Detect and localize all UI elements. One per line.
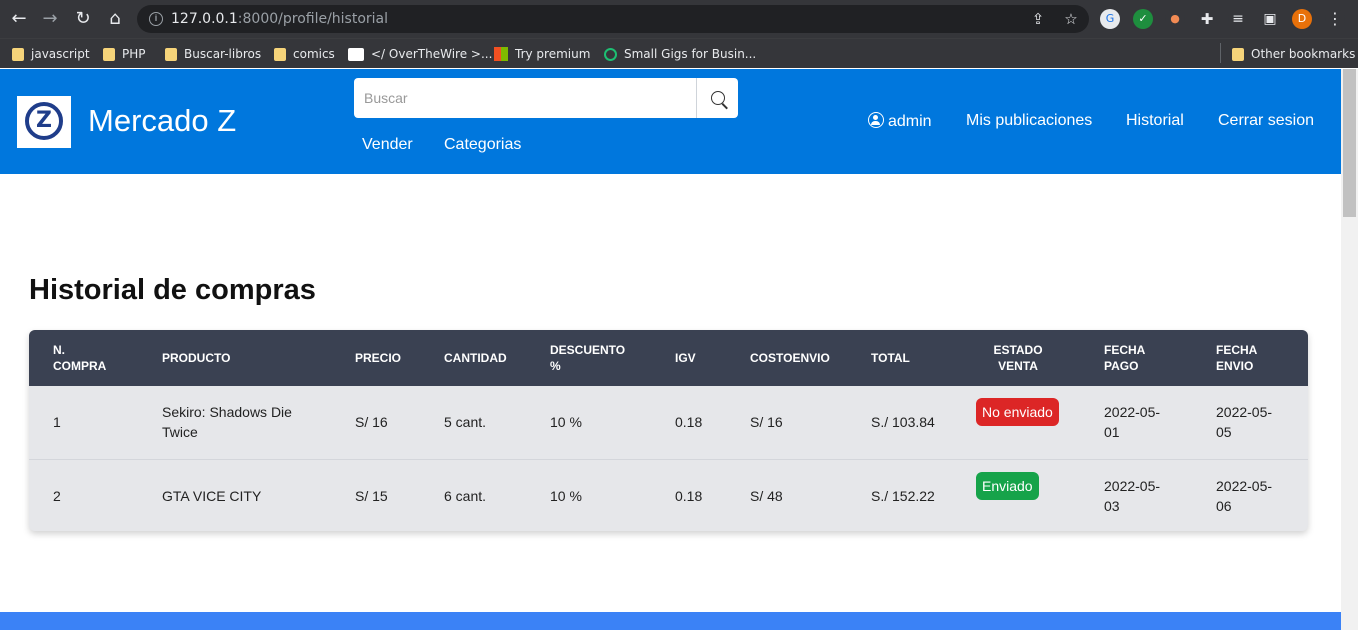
bookmark-comics[interactable]: comics [274,45,335,63]
cell-producto: Sekiro: Shadows Die Twice [162,404,292,440]
profile-avatar[interactable]: D [1292,9,1312,29]
page-scrollbar[interactable] [1341,69,1358,630]
table-row: 2 GTA VICE CITY S/ 15 6 cant. 10 % 0.18 S/ 48 S… [29,459,1308,531]
scrollbar-thumb[interactable] [1343,69,1356,217]
fiverr-icon [604,47,617,61]
folder-icon [274,47,286,61]
reload-icon[interactable]: ↻ [73,9,93,29]
cell-fecha-envio: 2022-05-05 [1216,404,1273,440]
cell-cantidad: 6 cant. [444,488,487,504]
cell-costoenvio: S/ 48 [750,488,783,504]
bookmark-star-icon[interactable]: ☆ [1062,10,1080,28]
user-name: admin [888,113,932,130]
logo-z-icon: Z [36,108,52,133]
bookmark-php[interactable]: PHP [103,45,146,63]
side-panel-icon[interactable]: ▣ [1260,9,1280,29]
cell-igv: 0.18 [675,414,703,430]
header-col-fecha-pago: FECHA PAGO [1104,343,1146,373]
home-icon[interactable]: ⌂ [105,9,125,29]
microsoft-icon [494,47,508,61]
reading-list-icon[interactable]: ≡ [1228,9,1248,29]
bookmark-overthewire[interactable]: </ OverTheWire >... [348,45,492,63]
folder-icon [1232,47,1244,61]
forward-icon[interactable]: → [40,9,60,29]
header-col-descuento: DESCUENTO % [550,343,626,373]
share-icon[interactable]: ⇪ [1029,10,1047,28]
bookmark-buscar-libros[interactable]: Buscar-libros [165,45,261,63]
status-badge: Enviado [976,472,1039,500]
site-logo[interactable]: Z [17,96,71,148]
header-col-estado-venta: ESTADO VENTA [993,343,1043,373]
nav-historial[interactable]: Historial [1126,112,1184,130]
cell-costoenvio: S/ 16 [750,414,783,430]
page-viewport: Z Mercado Z Vender Categorias admin Mis … [0,69,1341,630]
header-col-total: TOTAL [871,351,910,365]
translate-extension-icon[interactable]: G [1100,9,1120,29]
cell-n-compra: 1 [53,414,61,430]
cell-fecha-envio: 2022-05-06 [1216,478,1273,514]
folder-icon [12,47,24,61]
header-col-n-compra: N. COMPRA [53,343,107,373]
nav-cerrar-sesion[interactable]: Cerrar sesion [1218,112,1314,130]
puzzle-extensions-icon[interactable]: ✚ [1197,9,1217,29]
site-info-icon[interactable]: i [149,12,163,26]
extension-icon[interactable]: ● [1165,9,1185,29]
nav-categorias[interactable]: Categorias [444,136,521,154]
header-col-cantidad: CANTIDAD [444,351,507,365]
nav-mis-publicaciones[interactable]: Mis publicaciones [966,112,1092,130]
header-col-igv: IGV [675,351,696,365]
url-text[interactable]: 127.0.0.1:8000/profile/historial [171,11,388,27]
search-icon [710,91,725,105]
status-badge: No enviado [976,398,1059,426]
cell-precio: S/ 15 [355,488,388,504]
header-col-precio: PRECIO [355,351,402,365]
logo-ring: Z [25,102,63,140]
cell-fecha-pago: 2022-05-03 [1104,478,1161,514]
user-circle-icon [868,112,884,128]
bookmarks-separator [1220,43,1221,63]
cell-precio: S/ 16 [355,414,388,430]
table-header: N. COMPRA PRODUCTO PRECIO CANTIDAD DESCUENTO… [29,330,1308,386]
footer [0,612,1341,630]
browser-toolbar: ← → ↻ ⌂ i 127.0.0.1:8000/profile/histori… [0,0,1358,38]
site-navbar: Z Mercado Z Vender Categorias admin Mis … [0,69,1341,174]
cell-producto: GTA VICE CITY [162,488,262,504]
cell-total: S./ 103.84 [871,414,935,430]
nav-vender[interactable]: Vender [362,136,413,154]
search-input[interactable] [354,78,696,118]
cell-cantidad: 5 cant. [444,414,487,430]
bookmark-other[interactable]: Other bookmarks [1232,45,1355,63]
address-bar[interactable]: i 127.0.0.1:8000/profile/historial ⇪ ☆ [137,5,1089,33]
brand-name[interactable]: Mercado Z [88,103,236,139]
overthewire-icon [348,47,364,61]
bookmark-javascript[interactable]: javascript [12,45,90,63]
bookmarks-bar: javascript PHP Buscar-libros comics </ O… [0,38,1358,68]
search-button[interactable] [696,78,738,118]
table-row: 1 Sekiro: Shadows Die Twice S/ 16 5 cant. 10… [29,386,1308,458]
page-title: Historial de compras [29,274,316,306]
cell-igv: 0.18 [675,488,703,504]
folder-icon [103,47,115,61]
purchase-history-table: N. COMPRA PRODUCTO PRECIO CANTIDAD DESCUENTO… [29,330,1308,531]
cell-descuento: 10 % [550,488,582,504]
menu-kebab-icon[interactable]: ⋮ [1325,9,1345,29]
folder-icon [165,47,177,61]
cell-n-compra: 2 [53,488,61,504]
shield-extension-icon[interactable]: ✓ [1133,9,1153,29]
search-bar [354,78,738,118]
bookmark-small-gigs[interactable]: Small Gigs for Busin... [604,45,756,63]
bookmark-try-premium[interactable]: Try premium [494,45,590,63]
cell-fecha-pago: 2022-05-01 [1104,404,1161,440]
nav-user-admin[interactable]: admin [868,112,932,131]
header-col-fecha-envio: FECHA ENVIO [1216,343,1258,373]
back-icon[interactable]: ← [9,9,29,29]
header-col-costoenvio: COSTOENVIO [750,351,830,365]
cell-descuento: 10 % [550,414,582,430]
cell-total: S./ 152.22 [871,488,935,504]
header-col-producto: PRODUCTO [162,351,231,365]
